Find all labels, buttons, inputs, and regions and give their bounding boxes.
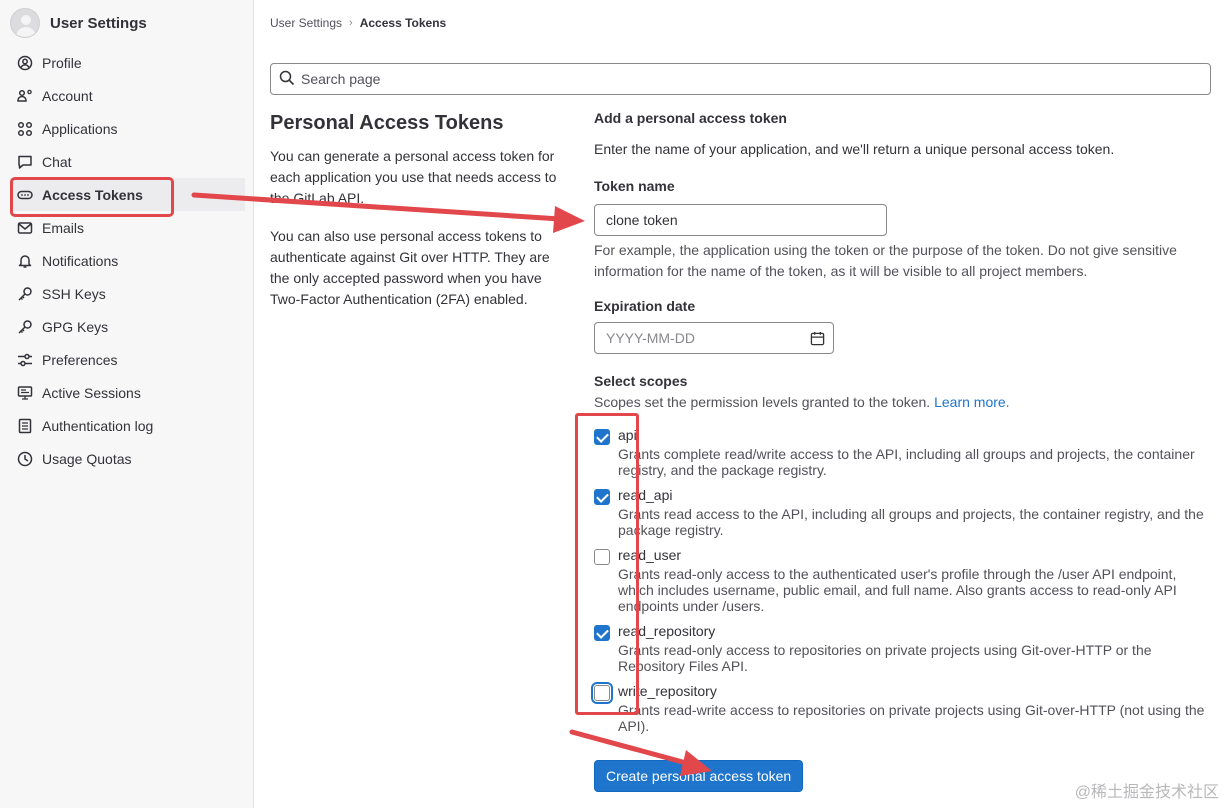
- page-title: Personal Access Tokens: [270, 112, 504, 134]
- scope-description: Grants read-only access to the authentic…: [618, 566, 1177, 614]
- email-icon: [17, 220, 33, 236]
- profile-icon: [17, 55, 33, 71]
- scope-checkbox-write-repository[interactable]: [594, 685, 610, 701]
- scopes-help: Scopes set the permission levels granted…: [594, 392, 1010, 413]
- scope-name: api: [618, 427, 637, 443]
- sidebar-item-account[interactable]: Account: [0, 79, 254, 112]
- sidebar-header[interactable]: User Settings: [10, 8, 147, 38]
- sidebar-item-label: Account: [42, 87, 93, 104]
- sidebar-item-chat[interactable]: Chat: [0, 145, 254, 178]
- intro-paragraph-2: You can also use personal access tokens …: [270, 228, 550, 307]
- intro-section: Personal Access Tokens You can generate …: [270, 112, 570, 327]
- expiration-date-input[interactable]: [606, 330, 833, 346]
- sidebar-item-notifications[interactable]: Notifications: [0, 244, 254, 277]
- sidebar: User Settings Profile Account Applicatio…: [0, 0, 254, 808]
- sidebar-item-label: Authentication log: [42, 417, 154, 434]
- token-icon: [17, 187, 33, 203]
- sidebar-item-applications[interactable]: Applications: [0, 112, 254, 145]
- chat-icon: [17, 154, 33, 170]
- sidebar-item-usage-quotas[interactable]: Usage Quotas: [0, 442, 254, 475]
- scopes-label: Select scopes: [594, 373, 688, 389]
- scope-checkbox-api[interactable]: [594, 429, 610, 445]
- token-name-field[interactable]: [594, 204, 887, 236]
- sidebar-item-active-sessions[interactable]: Active Sessions: [0, 376, 254, 409]
- scope-description: Grants read-write access to repositories…: [618, 702, 1205, 734]
- key-icon: [17, 319, 33, 335]
- applications-icon: [17, 121, 33, 137]
- sidebar-item-label: Preferences: [42, 351, 118, 368]
- breadcrumb-current[interactable]: Access Tokens: [360, 16, 447, 30]
- avatar[interactable]: [10, 8, 40, 38]
- form-heading: Add a personal access token: [594, 110, 787, 126]
- scope-name: read_user: [618, 547, 682, 563]
- sidebar-item-access-tokens[interactable]: Access Tokens: [10, 177, 245, 217]
- sidebar-nav: Profile Account Applications Chat Access…: [0, 46, 254, 475]
- breadcrumb-separator: ›: [349, 17, 353, 29]
- scope-checkbox-read-repository[interactable]: [594, 625, 610, 641]
- watermark: @稀土掘金技术社区: [1074, 784, 1219, 801]
- sidebar-item-label: Usage Quotas: [42, 450, 132, 467]
- search-icon: [279, 70, 295, 89]
- scope-description: Grants read access to the API, including…: [618, 506, 1204, 538]
- breadcrumb-parent[interactable]: User Settings: [270, 16, 342, 30]
- scope-checkbox-read-user[interactable]: [594, 549, 610, 565]
- token-name-help: For example, the application using the t…: [594, 242, 1177, 279]
- sidebar-item-label: Notifications: [42, 252, 119, 269]
- sidebar-item-authentication-log[interactable]: Authentication log: [0, 409, 254, 442]
- scope-name: write_repository: [618, 683, 717, 699]
- quota-icon: [17, 451, 33, 467]
- scope-name: read_api: [618, 487, 673, 503]
- intro-paragraph-1: You can generate a personal access token…: [270, 148, 557, 206]
- monitor-icon: [17, 385, 33, 401]
- sidebar-item-label: Chat: [42, 153, 72, 170]
- sidebar-item-ssh-keys[interactable]: SSH Keys: [0, 277, 254, 310]
- sidebar-item-label: SSH Keys: [42, 285, 106, 302]
- bell-icon: [17, 253, 33, 269]
- scope-description: Grants complete read/write access to the…: [618, 446, 1195, 478]
- scope-description: Grants read-only access to repositories …: [618, 642, 1152, 674]
- sidebar-item-label: Applications: [42, 120, 118, 137]
- key-icon: [17, 286, 33, 302]
- log-icon: [17, 418, 33, 434]
- token-name-label: Token name: [594, 178, 675, 194]
- sidebar-item-label: Profile: [42, 54, 82, 71]
- search-box[interactable]: [270, 63, 1211, 95]
- sidebar-item-preferences[interactable]: Preferences: [0, 343, 254, 376]
- sidebar-title: User Settings: [50, 14, 147, 32]
- sidebar-item-label: Active Sessions: [42, 384, 141, 401]
- form-subheading: Enter the name of your application, and …: [594, 141, 1115, 157]
- sidebar-item-profile[interactable]: Profile: [0, 46, 254, 79]
- sidebar-item-gpg-keys[interactable]: GPG Keys: [0, 310, 254, 343]
- calendar-icon[interactable]: [810, 331, 825, 349]
- account-icon: [17, 88, 33, 104]
- sidebar-item-label: Access Tokens: [42, 186, 143, 203]
- expiration-date-field[interactable]: [594, 322, 834, 354]
- create-token-button[interactable]: Create personal access token: [594, 760, 804, 792]
- sidebar-item-label: Emails: [42, 219, 85, 236]
- scope-name: read_repository: [618, 623, 716, 639]
- scope-checkbox-read-api[interactable]: [594, 489, 610, 505]
- learn-more-link[interactable]: Learn more.: [934, 394, 1009, 410]
- token-name-input[interactable]: [606, 212, 886, 228]
- preferences-icon: [17, 352, 33, 368]
- sidebar-item-emails[interactable]: Emails: [0, 211, 254, 244]
- sidebar-item-label: GPG Keys: [42, 318, 109, 335]
- breadcrumb: User Settings › Access Tokens: [270, 16, 446, 30]
- scopes-help-text: Scopes set the permission levels granted…: [594, 394, 931, 410]
- search-input[interactable]: [301, 71, 1201, 87]
- expiration-label: Expiration date: [594, 298, 696, 314]
